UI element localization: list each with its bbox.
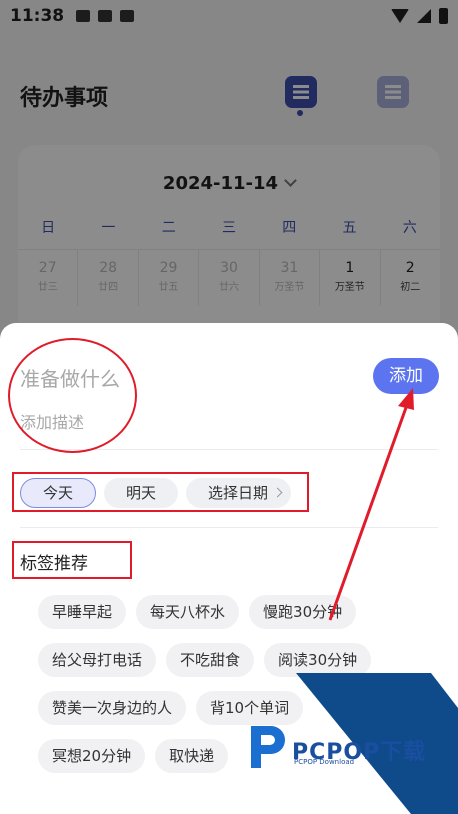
watermark-sub: PCPOP Download — [294, 758, 355, 766]
watermark-logo — [251, 726, 285, 768]
app-screen: 11:38 待办事项 2024-11-14 日 一 二 三 四 五 六 27 廿… — [0, 0, 458, 814]
